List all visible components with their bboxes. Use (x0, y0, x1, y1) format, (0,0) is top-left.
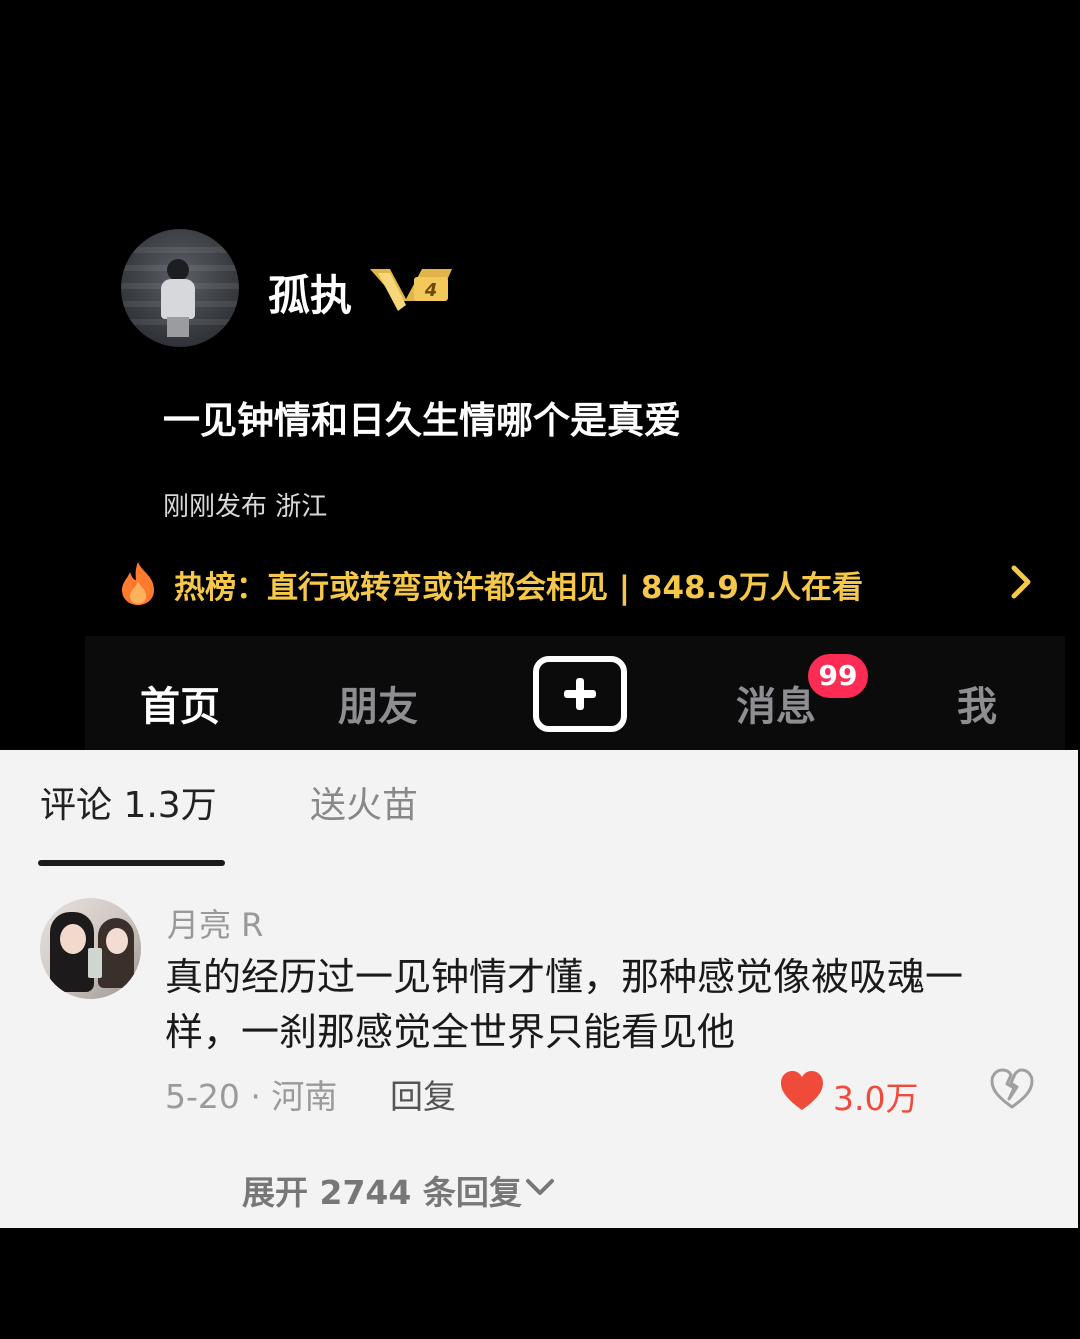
expand-replies-button[interactable]: 展开 2744 条回复 (242, 1166, 522, 1214)
broken-heart-icon[interactable] (990, 1068, 1034, 1110)
tab-home[interactable]: 首页 (140, 674, 220, 732)
svg-text:4: 4 (424, 280, 438, 301)
create-button[interactable] (533, 656, 627, 732)
active-tab-indicator (38, 860, 225, 866)
video-overlay: 孤执 4 一见钟情和日久生情哪个是真爱 刚刚发布 浙江 热榜：直行或转弯或许都会… (0, 0, 1080, 750)
tab-messages[interactable]: 消息 (736, 674, 816, 732)
bottom-tab-bar: 首页 朋友 消息 99 我 (85, 636, 1065, 750)
chevron-right-icon (1011, 565, 1031, 599)
tab-friends[interactable]: 朋友 (338, 674, 418, 732)
heart-icon (781, 1071, 823, 1110)
unread-badge: 99 (808, 654, 868, 698)
tab-send-flame[interactable]: 送火苗 (310, 776, 418, 828)
post-meta: 刚刚发布 浙江 (163, 492, 328, 522)
plus-icon (564, 678, 596, 710)
post-title: 一见钟情和日久生情哪个是真爱 (163, 399, 681, 442)
bottom-margin (0, 1228, 1080, 1339)
hot-list-text: 热榜：直行或转弯或许都会相见 | 848.9万人在看 (174, 570, 863, 606)
tab-comments[interactable]: 评论 1.3万 (40, 776, 217, 828)
commenter-avatar[interactable] (40, 898, 141, 999)
author-avatar[interactable] (121, 229, 239, 347)
chevron-down-icon (526, 1179, 554, 1195)
comments-panel: 评论 1.3万 送火苗 月亮 R 真的经历过一见钟情才懂，那种感觉像被吸魂一样，… (0, 750, 1078, 1228)
hot-list-banner[interactable]: 热榜：直行或转弯或许都会相见 | 848.9万人在看 (118, 556, 1048, 612)
reply-button[interactable]: 回复 (390, 1070, 456, 1118)
level-badge-icon: 4 (370, 269, 452, 311)
comment-text: 真的经历过一见钟情才懂，那种感觉像被吸魂一样，一刹那感觉全世界只能看见他 (165, 955, 964, 1054)
comment-meta: 5-20 · 河南 (165, 1077, 338, 1116)
tab-me[interactable]: 我 (957, 674, 997, 732)
commenter-name[interactable]: 月亮 R (167, 900, 263, 946)
like-count: 3.0万 (833, 1079, 919, 1118)
flame-icon (122, 562, 154, 605)
author-name[interactable]: 孤执 (268, 262, 352, 323)
